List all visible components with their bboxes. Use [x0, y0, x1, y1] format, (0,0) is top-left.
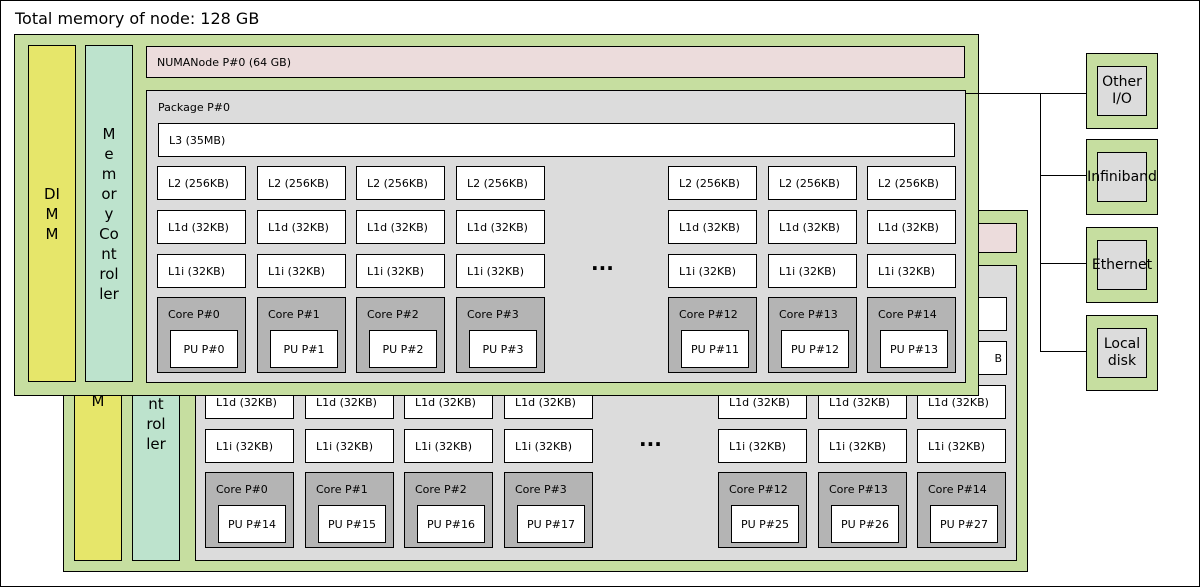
- core: Core P#1 PU P#15: [305, 472, 394, 548]
- core-label: Core P#3: [467, 308, 519, 321]
- l1d-cache: L1d (32KB): [867, 210, 956, 244]
- l1i-cache: L1i (32KB): [257, 254, 346, 288]
- core-label: Core P#0: [168, 308, 220, 321]
- io-ethernet-device: Ethernet: [1086, 227, 1158, 303]
- io-infiniband-device: Infiniband: [1086, 139, 1158, 215]
- core: Core P#3 PU P#3: [456, 297, 545, 373]
- l1d-cache: L1d (32KB): [456, 210, 545, 244]
- front-dimm: DIMM: [28, 45, 76, 382]
- l1d-cache: L1d (32KB): [768, 210, 857, 244]
- core-label: Core P#2: [367, 308, 419, 321]
- core-label: Core P#12: [679, 308, 738, 321]
- io-connector-vertical: [1040, 93, 1041, 351]
- processing-unit: PU P#16: [417, 505, 485, 543]
- processing-unit: PU P#11: [681, 330, 749, 368]
- core: Core P#12 PU P#11: [668, 297, 757, 373]
- l1i-cache: L1i (32KB): [668, 254, 757, 288]
- io-other-device: Other I/O: [1086, 53, 1158, 129]
- l1i-cache: L1i (32KB): [718, 429, 807, 463]
- core-label: Core P#13: [829, 483, 888, 496]
- core: Core P#2 PU P#16: [404, 472, 493, 548]
- l1i-cache: L1i (32KB): [917, 429, 1006, 463]
- l1d-cache: L1d (32KB): [668, 210, 757, 244]
- front-numa-node: NUMANode P#0 (64 GB): [146, 46, 965, 78]
- l1i-cache: L1i (32KB): [404, 429, 493, 463]
- io-local-disk-label: Local disk: [1097, 328, 1147, 378]
- l1i-cache: L1i (32KB): [867, 254, 956, 288]
- l1i-cache: L1i (32KB): [504, 429, 593, 463]
- processing-unit: PU P#3: [469, 330, 537, 368]
- processing-unit: PU P#2: [369, 330, 437, 368]
- l1i-cache: L1i (32KB): [305, 429, 394, 463]
- l1d-cache: L1d (32KB): [157, 210, 246, 244]
- front-ellipsis: ...: [591, 251, 614, 275]
- io-local-disk-device: Local disk: [1086, 315, 1158, 391]
- core-label: Core P#14: [878, 308, 937, 321]
- processing-unit: PU P#27: [930, 505, 998, 543]
- core: Core P#0 PU P#0: [157, 297, 246, 373]
- core-label: Core P#0: [216, 483, 268, 496]
- core: Core P#3 PU P#17: [504, 472, 593, 548]
- back-memory-controller: ntroller: [132, 381, 180, 561]
- io-infiniband-label: Infiniband: [1087, 152, 1157, 202]
- io-connector-ethernet: [1040, 263, 1086, 264]
- back-dimm: M: [74, 381, 122, 561]
- processing-unit: PU P#14: [218, 505, 286, 543]
- front-dimm-label: DIMM: [44, 184, 60, 243]
- l1i-cache: L1i (32KB): [205, 429, 294, 463]
- front-memory-controller-label: Memory Controller: [99, 124, 119, 303]
- core: Core P#12 PU P#25: [718, 472, 807, 548]
- core-label: Core P#13: [779, 308, 838, 321]
- core-label: Core P#14: [928, 483, 987, 496]
- l1d-cache: L1d (32KB): [356, 210, 445, 244]
- processing-unit: PU P#25: [731, 505, 799, 543]
- l2-cache: L2 (256KB): [157, 166, 246, 200]
- io-connector-infiniband: [1040, 175, 1086, 176]
- core-label: Core P#12: [729, 483, 788, 496]
- core-label: Core P#2: [415, 483, 467, 496]
- back-ellipsis: ...: [639, 427, 662, 451]
- core: Core P#14 PU P#27: [917, 472, 1006, 548]
- l1i-cache: L1i (32KB): [157, 254, 246, 288]
- processing-unit: PU P#1: [270, 330, 338, 368]
- processing-unit: PU P#26: [831, 505, 899, 543]
- core: Core P#1 PU P#1: [257, 297, 346, 373]
- l2-cache: L2 (256KB): [356, 166, 445, 200]
- l1i-cache: L1i (32KB): [356, 254, 445, 288]
- back-partial-label: B: [994, 351, 1002, 365]
- core: Core P#2 PU P#2: [356, 297, 445, 373]
- processing-unit: PU P#17: [517, 505, 585, 543]
- l2-cache: L2 (256KB): [668, 166, 757, 200]
- l1i-cache: L1i (32KB): [818, 429, 907, 463]
- io-other-label: Other I/O: [1097, 66, 1147, 116]
- core-label: Core P#3: [515, 483, 567, 496]
- processing-unit: PU P#0: [170, 330, 238, 368]
- io-connector-horizontal: [966, 93, 1086, 94]
- l2-cache: L2 (256KB): [867, 166, 956, 200]
- core: Core P#14 PU P#13: [867, 297, 956, 373]
- l1d-cache: L1d (32KB): [257, 210, 346, 244]
- topology-diagram: Total memory of node: 128 GB M ntroller …: [0, 0, 1200, 587]
- l1i-cache: L1i (32KB): [768, 254, 857, 288]
- core-label: Core P#1: [268, 308, 320, 321]
- front-l3-cache: L3 (35MB): [158, 123, 955, 157]
- processing-unit: PU P#15: [318, 505, 386, 543]
- l1i-cache: L1i (32KB): [456, 254, 545, 288]
- l2-cache: L2 (256KB): [456, 166, 545, 200]
- processing-unit: PU P#12: [781, 330, 849, 368]
- io-ethernet-label: Ethernet: [1092, 240, 1152, 290]
- diagram-title: Total memory of node: 128 GB: [15, 9, 260, 28]
- front-package-label: Package P#0: [158, 101, 230, 114]
- core-label: Core P#1: [316, 483, 368, 496]
- core: Core P#13 PU P#26: [818, 472, 907, 548]
- io-connector-local-disk: [1040, 351, 1086, 352]
- l2-cache: L2 (256KB): [257, 166, 346, 200]
- core: Core P#13 PU P#12: [768, 297, 857, 373]
- core: Core P#0 PU P#14: [205, 472, 294, 548]
- front-memory-controller: Memory Controller: [85, 45, 133, 382]
- l2-cache: L2 (256KB): [768, 166, 857, 200]
- back-memory-controller-label: ntroller: [146, 395, 166, 453]
- processing-unit: PU P#13: [880, 330, 948, 368]
